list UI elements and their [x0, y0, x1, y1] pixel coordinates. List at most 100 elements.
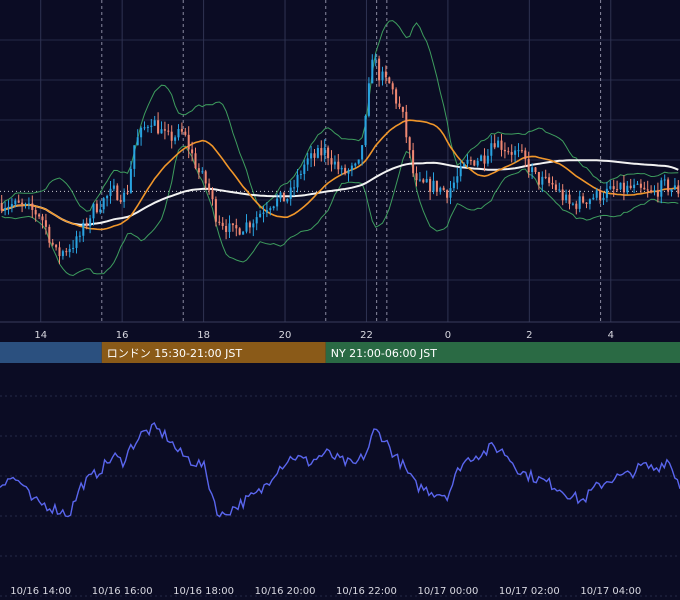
candle-body	[259, 213, 262, 218]
candle-body	[262, 212, 265, 214]
candle-body	[337, 161, 340, 170]
candle-body	[327, 147, 330, 159]
candle-body	[21, 202, 24, 205]
candle-body	[160, 129, 163, 134]
candle-body	[112, 185, 115, 189]
candle-body	[391, 83, 394, 90]
candle-body	[398, 103, 401, 107]
oscillator-tick-label: 10/16 22:00	[336, 586, 397, 597]
candle-body	[367, 83, 370, 116]
candle-body	[347, 170, 350, 174]
candle-body	[92, 203, 95, 219]
candle-body	[109, 188, 112, 196]
candle-body	[565, 194, 568, 201]
candle-body	[388, 77, 391, 84]
candle-body	[320, 148, 323, 156]
candle-body	[459, 166, 462, 177]
candle-body	[17, 200, 20, 203]
candle	[473, 159, 476, 167]
candle-body	[378, 58, 381, 81]
oscillator-tick-label: 10/17 04:00	[580, 586, 641, 597]
oscillator-tick-label: 10/16 18:00	[173, 586, 234, 597]
candle-body	[463, 163, 466, 167]
candle-body	[466, 159, 469, 164]
candle-body	[214, 199, 217, 222]
price-tick-label: 20	[279, 330, 292, 341]
candle-body	[177, 129, 180, 138]
candle	[388, 76, 391, 84]
candle-body	[296, 174, 299, 188]
candle-body	[218, 221, 221, 223]
oscillator-tick-label: 10/17 02:00	[499, 586, 560, 597]
candle-body	[551, 182, 554, 185]
candle-body	[65, 251, 68, 253]
candle-body	[663, 179, 666, 181]
candle-body	[157, 120, 160, 134]
candle-body	[432, 180, 435, 192]
candle-body	[279, 192, 282, 199]
candle-body	[55, 244, 58, 248]
candle-body	[395, 89, 398, 104]
candle-body	[133, 145, 136, 169]
candle-body	[191, 149, 194, 154]
candle	[619, 182, 622, 191]
candle-body	[568, 194, 571, 204]
candle-body	[119, 200, 122, 202]
session-label-london: ロンドン 15:30-21:00 JST	[107, 347, 243, 360]
candle-body	[102, 198, 105, 210]
candle-body	[174, 137, 177, 141]
candle-body	[558, 189, 561, 191]
candle	[364, 114, 367, 147]
candle-body	[140, 127, 143, 138]
candle-body	[197, 168, 200, 173]
candle-body	[439, 187, 442, 192]
candle-body	[510, 152, 513, 155]
candle-body	[412, 150, 415, 174]
candle-body	[612, 186, 615, 190]
candle-body	[673, 185, 676, 190]
candle-body	[626, 185, 629, 193]
candle-body	[371, 59, 374, 84]
candle-body	[422, 179, 425, 183]
session-label-ny: NY 21:00-06:00 JST	[331, 347, 438, 360]
price-tick-label: 2	[526, 330, 532, 341]
candle-body	[548, 177, 551, 183]
session-band-tokyo	[0, 342, 102, 363]
candle-body	[633, 184, 636, 188]
candle-body	[469, 159, 472, 161]
candle-body	[180, 129, 183, 132]
oscillator-tick-label: 10/17 00:00	[417, 586, 478, 597]
candle-body	[106, 195, 109, 199]
candle-body	[599, 190, 602, 200]
candle-body	[643, 187, 646, 190]
candle-body	[639, 183, 642, 188]
candle-body	[225, 225, 228, 232]
candle-body	[146, 126, 149, 128]
candle-body	[497, 140, 500, 148]
candle-body	[602, 197, 605, 200]
candle-body	[313, 153, 316, 158]
candle-body	[476, 160, 479, 166]
candle-body	[595, 190, 598, 198]
candle-body	[231, 223, 234, 226]
candle-body	[68, 248, 71, 253]
candle-body	[34, 209, 37, 215]
candle-body	[483, 155, 486, 164]
candle-body	[31, 203, 34, 210]
chart-stage: 14 16 18 20 22 0 2 4 ロンドン 15:30-21:00 JST NY 21…	[0, 0, 680, 600]
candle	[282, 192, 285, 202]
candle-body	[204, 171, 207, 184]
candle-body	[442, 187, 445, 191]
candle-body	[299, 174, 302, 176]
candle-body	[592, 197, 595, 200]
candle-body	[425, 178, 428, 183]
candle-body	[303, 164, 306, 175]
candle-body	[293, 187, 296, 189]
candle-body	[136, 137, 139, 146]
candle-body	[340, 167, 343, 170]
candle-body	[24, 203, 27, 205]
candle-body	[286, 198, 289, 202]
candle-body	[500, 140, 503, 150]
candle-body	[609, 186, 612, 189]
candle-body	[4, 207, 7, 211]
